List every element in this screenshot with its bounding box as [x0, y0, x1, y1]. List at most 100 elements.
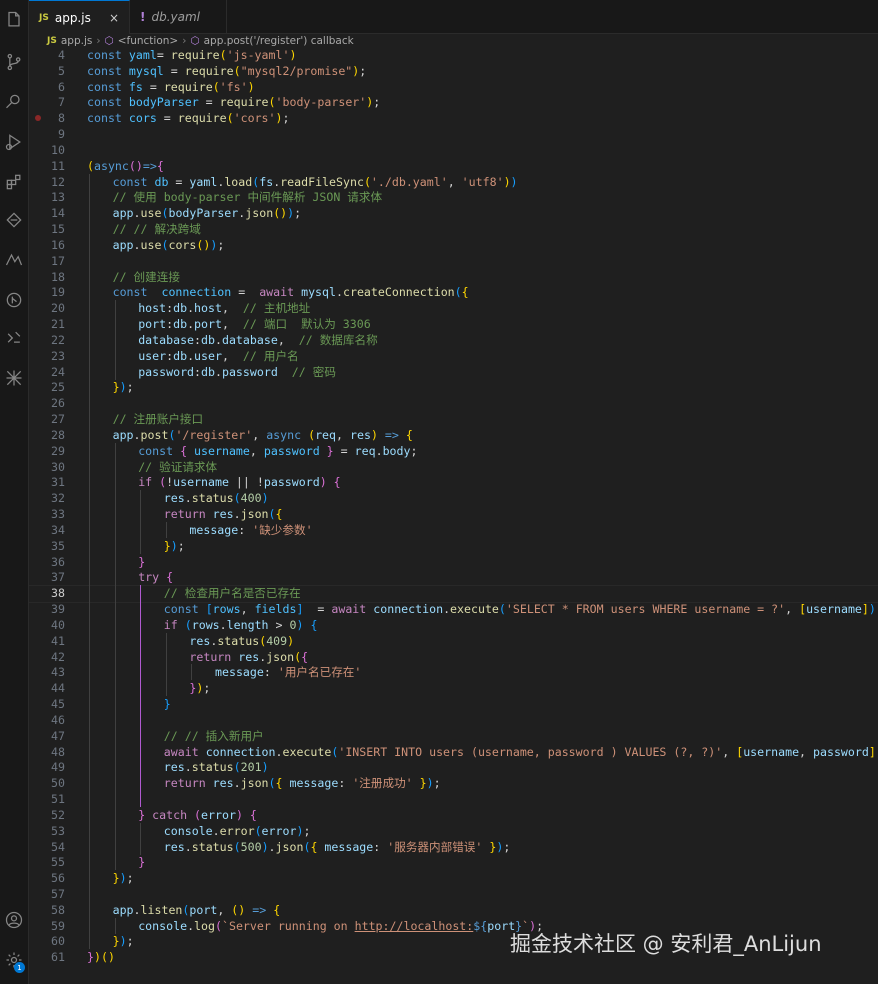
code-line[interactable]: 48 await connection.execute('INSERT INTO … — [29, 743, 878, 760]
settings-gear-icon[interactable]: 1 — [2, 948, 26, 973]
remote-icon[interactable] — [2, 326, 26, 350]
code-text: }); — [113, 379, 134, 395]
code-line[interactable]: 34 message: '缺少参数' — [29, 521, 878, 538]
indent-guide — [165, 632, 167, 649]
code-line[interactable]: 57 — [29, 885, 878, 902]
line-number: 39 — [51, 602, 65, 617]
code-line[interactable]: 25}); — [29, 379, 878, 396]
gitlens-icon[interactable] — [2, 248, 26, 272]
code-line[interactable]: 41 res.status(409) — [29, 632, 878, 649]
code-token: . — [133, 206, 141, 221]
code-text: // 检查用户名是否已存在 — [164, 585, 301, 601]
code-line[interactable]: 22 database:db.database, // 数据库名称 — [29, 331, 878, 348]
code-line[interactable]: 36} — [29, 553, 878, 570]
files-icon[interactable] — [2, 8, 26, 32]
breadcrumb-file[interactable]: app.js — [61, 35, 93, 47]
code-line[interactable]: 15 // // 解决跨域 — [29, 221, 878, 238]
code-line[interactable]: 44}); — [29, 680, 878, 697]
line-number: 10 — [51, 142, 65, 157]
code-line[interactable]: 43 message: '用户名已存在' — [29, 664, 878, 681]
code-line[interactable]: 14 app.use(bodyParser.json()); — [29, 205, 878, 222]
code-line[interactable]: 23 user:db.user, // 用户名 — [29, 347, 878, 364]
code-line[interactable]: 10 — [29, 142, 878, 158]
code-line[interactable]: 27 // 注册账户接口 — [29, 411, 878, 428]
code-line[interactable]: 38 // 检查用户名是否已存在 — [29, 585, 878, 602]
code-line[interactable]: 4 const yaml= require('js-yaml') — [29, 47, 878, 63]
extensions-icon[interactable] — [2, 170, 26, 194]
code-line[interactable]: 17 — [29, 252, 878, 269]
code-token: ; — [126, 871, 134, 886]
code-line[interactable]: 9 — [29, 126, 878, 142]
code-line[interactable]: 31 if (!username || !password) { — [29, 474, 878, 491]
indent-guide — [89, 838, 90, 855]
code-line[interactable]: 51 — [29, 791, 878, 807]
code-line[interactable]: 32 res.status(400) — [29, 490, 878, 507]
code-token: connection — [373, 602, 444, 617]
code-line[interactable]: 58 app.listen(port, () => { — [29, 901, 878, 918]
line-number: 8 — [58, 111, 65, 126]
line-number: 28 — [51, 427, 65, 442]
code-line[interactable]: 56}); — [29, 870, 878, 887]
code-line[interactable]: 29 const { username, password } = req.bod… — [29, 442, 878, 459]
code-line[interactable]: 50 return res.json({ message: '注册成功' }); — [29, 775, 878, 792]
code-token: // 检查用户名是否已存在 — [163, 586, 301, 601]
line-number: 53 — [51, 823, 65, 838]
code-line[interactable]: 5 const mysql = require("mysql2/promise")… — [29, 63, 878, 79]
indent-guide — [89, 648, 90, 665]
code-line[interactable]: 20 host:db.host, // 主机地址 — [29, 300, 878, 317]
code-line[interactable]: 37 try { — [29, 569, 878, 586]
search-icon[interactable] — [2, 90, 26, 114]
code-line[interactable]: 54 res.status(500).json({ message: '服务器内部… — [29, 838, 878, 855]
code-line[interactable]: 42 return res.json({ — [29, 648, 878, 665]
line-number: 60 — [51, 934, 65, 949]
code-line[interactable]: 24 password:db.password // 密码 — [29, 363, 878, 380]
code-line[interactable]: 35}); — [29, 537, 878, 554]
code-line[interactable]: 33 return res.json({ — [29, 506, 878, 523]
code-line[interactable]: 52} catch (error) { — [29, 806, 878, 823]
breadcrumb-function[interactable]: <function> — [118, 35, 179, 47]
code-line[interactable]: 55} — [29, 854, 878, 871]
code-line[interactable]: 28 app.post('/register', async (req, res)… — [29, 426, 878, 443]
code-line[interactable]: 21 port:db.port, // 端口 默认为 3306 — [29, 316, 878, 333]
run-debug-icon[interactable] — [2, 130, 26, 154]
code-line[interactable]: 40 if (rows.length > 0) { — [29, 616, 878, 633]
git-graph-icon[interactable] — [2, 208, 26, 232]
code-line[interactable]: 39 const [rows, fields] = await connectio… — [29, 601, 878, 618]
code-token: res — [212, 507, 234, 522]
code-line[interactable]: 19 const connection = await mysql.createC… — [29, 284, 878, 301]
code-line[interactable]: 16 app.use(cors()); — [29, 236, 878, 253]
indent-guide — [114, 917, 116, 934]
line-number: 34 — [51, 522, 65, 537]
code-line[interactable]: 7 const bodyParser = require('body-parser… — [29, 94, 878, 110]
code-line[interactable]: 49 res.status(201) — [29, 759, 878, 776]
close-icon[interactable]: × — [109, 11, 119, 25]
code-line[interactable]: 8 const cors = require('cors'); — [29, 110, 878, 126]
code-line[interactable]: 46 — [29, 711, 878, 728]
code-editor[interactable]: 4 const yaml= require('js-yaml') 5 const my… — [29, 47, 878, 984]
code-token: require — [184, 63, 234, 78]
code-line[interactable]: 18 // 创建连接 — [29, 268, 878, 285]
line-number: 40 — [51, 617, 65, 632]
git-icon[interactable] — [2, 288, 26, 312]
breadcrumb-callback[interactable]: app.post('/register') callback — [204, 35, 354, 47]
code-line[interactable]: 45} — [29, 696, 878, 713]
source-control-icon[interactable] — [2, 50, 26, 74]
tab-app-js[interactable]: JS app.js × — [29, 0, 130, 34]
code-token: return — [163, 507, 213, 522]
code-line[interactable]: 26 — [29, 395, 878, 412]
code-line[interactable]: 30 // 验证请求体 — [29, 458, 878, 475]
code-line[interactable]: 47 // // 插入新用户 — [29, 727, 878, 744]
code-line[interactable]: 11 (async()=>{ — [29, 158, 878, 174]
api-icon[interactable] — [2, 366, 26, 390]
account-icon[interactable] — [2, 908, 26, 932]
code-token: yaml — [189, 174, 218, 189]
code-text: }); — [113, 870, 134, 886]
tab-db-yaml[interactable]: ! db.yaml — [130, 0, 227, 33]
code-line[interactable]: 53 console.error(error); — [29, 822, 878, 839]
code-line[interactable]: 6 const fs = require('fs') — [29, 79, 878, 95]
code-token: [ — [205, 602, 213, 617]
code-line[interactable]: 12 const db = yaml.load(fs.readFileSync('… — [29, 173, 878, 190]
code-token: ) — [426, 776, 434, 791]
code-line[interactable]: 13 // 使用 body-parser 中间件解析 JSON 请求体 — [29, 189, 878, 206]
